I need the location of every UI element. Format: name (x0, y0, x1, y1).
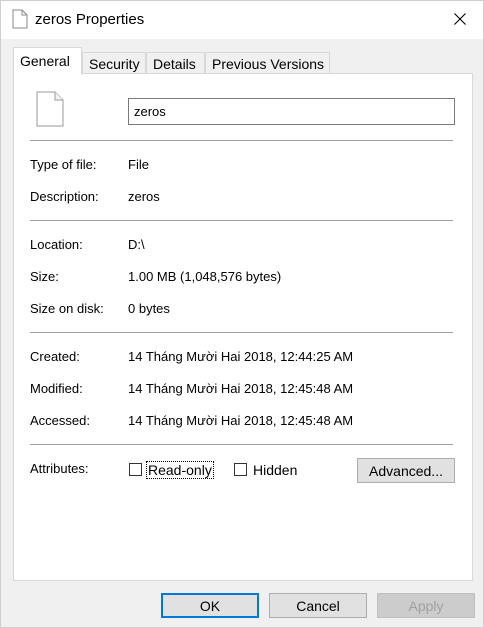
hidden-label[interactable]: Hidden (253, 462, 297, 478)
window-title: zeros Properties (35, 11, 145, 28)
size-on-disk-value: 0 bytes (128, 301, 170, 316)
attributes-label: Attributes: (30, 461, 89, 476)
description-label: Description: (30, 189, 99, 204)
size-on-disk-label: Size on disk: (30, 301, 104, 316)
created-label: Created: (30, 349, 80, 364)
tab-previous-versions[interactable]: Previous Versions (205, 52, 330, 74)
type-of-file-label: Type of file: (30, 157, 97, 172)
separator (30, 332, 453, 333)
modified-label: Modified: (30, 381, 83, 396)
description-value: zeros (128, 189, 160, 204)
location-label: Location: (30, 237, 83, 252)
type-of-file-value: File (128, 157, 149, 172)
separator (30, 140, 453, 141)
close-button[interactable] (437, 1, 483, 39)
file-icon (36, 91, 64, 130)
read-only-text: Read-only (146, 461, 214, 479)
advanced-button[interactable]: Advanced... (357, 458, 455, 483)
cancel-button[interactable]: Cancel (269, 593, 367, 618)
properties-dialog: zeros Properties General Security Detail… (0, 0, 484, 628)
modified-value: 14 Tháng Mười Hai 2018, 12:45:48 AM (128, 381, 354, 396)
size-value: 1.00 MB (1,048,576 bytes) (128, 269, 282, 284)
separator (30, 220, 453, 221)
title-bar: zeros Properties (1, 1, 483, 39)
read-only-checkbox[interactable] (129, 463, 142, 476)
tab-details[interactable]: Details (146, 52, 205, 74)
accessed-value: 14 Tháng Mười Hai 2018, 12:45:48 AM (128, 413, 354, 428)
tab-general[interactable]: General (13, 47, 82, 75)
close-icon (454, 12, 466, 28)
read-only-label[interactable]: Read-only (146, 461, 214, 479)
ok-button[interactable]: OK (161, 593, 259, 618)
separator (30, 444, 453, 445)
size-label: Size: (30, 269, 59, 284)
document-icon (12, 9, 28, 32)
file-name-field[interactable] (128, 98, 455, 125)
accessed-label: Accessed: (30, 413, 90, 428)
hidden-checkbox[interactable] (234, 463, 247, 476)
general-panel (13, 73, 473, 581)
tab-security[interactable]: Security (82, 52, 146, 74)
location-value: D:\ (128, 237, 145, 252)
created-value: 14 Tháng Mười Hai 2018, 12:44:25 AM (128, 349, 354, 364)
apply-button: Apply (377, 593, 475, 618)
